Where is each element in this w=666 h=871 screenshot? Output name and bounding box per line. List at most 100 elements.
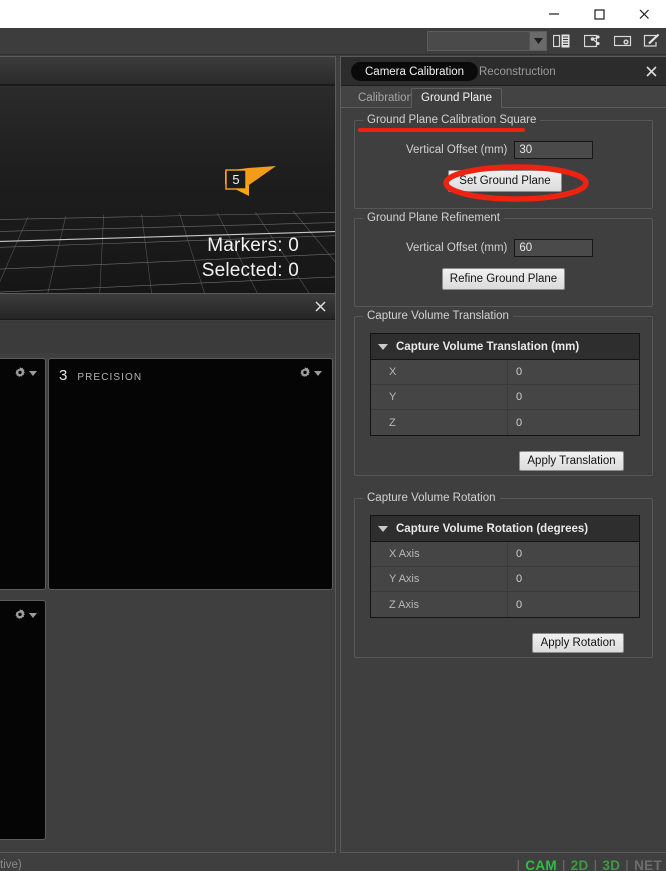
camera-tile-settings-button[interactable]: [298, 366, 322, 380]
vertical-offset-input[interactable]: [514, 239, 594, 257]
window-close-button[interactable]: [621, 0, 666, 28]
statusbar-separator: |: [561, 858, 566, 871]
rotation-table-header[interactable]: Capture Volume Rotation (degrees): [371, 516, 639, 542]
camera-views-header: [0, 294, 335, 320]
cameras-pane-icon: [584, 34, 600, 48]
capture-pane-icon-button[interactable]: [612, 31, 634, 51]
camera-view-tile[interactable]: [0, 600, 46, 840]
dock-subtabbar: Calibration Ground Plane: [341, 86, 666, 108]
camera-tile-number: 3: [59, 367, 68, 384]
chevron-down-icon: [29, 612, 37, 618]
capture-pane-icon: [614, 35, 632, 47]
toolbar-combo[interactable]: [427, 31, 547, 51]
camera-view-tile[interactable]: [0, 358, 46, 590]
edit-pane-icon-button[interactable]: [641, 31, 663, 51]
translation-table-header[interactable]: Capture Volume Translation (mm): [371, 334, 639, 360]
status-indicator-net[interactable]: NET: [634, 858, 662, 871]
camera-view-tile[interactable]: 3 PRECISION: [48, 358, 333, 590]
vertical-offset-input[interactable]: [514, 141, 594, 159]
row-value[interactable]: 0: [508, 567, 639, 591]
maximize-button[interactable]: [576, 0, 621, 28]
table-row[interactable]: Y 0: [371, 385, 639, 410]
row-value[interactable]: 0: [508, 410, 639, 435]
chevron-down-icon: [314, 370, 322, 376]
group-title: Capture Volume Translation: [363, 310, 513, 322]
status-indicator-cam[interactable]: CAM: [525, 858, 557, 871]
camera-tile-label: 3 PRECISION: [59, 367, 142, 384]
dock-close-button[interactable]: [642, 62, 660, 80]
set-ground-plane-button[interactable]: Set Ground Plane: [448, 170, 562, 192]
chevron-down-icon: [29, 370, 37, 376]
translation-property-table: Capture Volume Translation (mm) X 0 Y 0 …: [370, 333, 640, 436]
vertical-offset-row: Vertical Offset (mm): [406, 239, 594, 257]
vertical-offset-label: Vertical Offset (mm): [406, 144, 508, 156]
camera-tile-settings-button[interactable]: [13, 366, 37, 380]
minimize-button[interactable]: [531, 0, 576, 28]
statusbar: tive) | CAM | 2D | 3D | NET: [0, 853, 666, 871]
gear-icon: [15, 609, 25, 619]
status-indicator-3d[interactable]: 3D: [602, 858, 620, 871]
group-title: Capture Volume Rotation: [363, 492, 500, 504]
camera-frustum-icon[interactable]: 5: [221, 165, 279, 199]
button-label: Set Ground Plane: [459, 175, 551, 187]
collapse-caret-icon[interactable]: [378, 525, 388, 532]
table-row[interactable]: X Axis 0: [371, 542, 639, 567]
group-capture-volume-translation: Capture Volume Translation Capture Volum…: [354, 310, 653, 476]
statusbar-separator: |: [593, 858, 598, 871]
tab-label: Reconstruction: [479, 65, 556, 78]
group-title: Ground Plane Calibration Square: [363, 114, 541, 126]
table-row[interactable]: X 0: [371, 360, 639, 385]
row-value[interactable]: 0: [508, 360, 639, 384]
table-row[interactable]: Y Axis 0: [371, 567, 639, 592]
status-indicator-2d[interactable]: 2D: [571, 858, 589, 871]
vertical-offset-row: Vertical Offset (mm): [406, 141, 594, 159]
row-key: Y: [371, 385, 508, 409]
refine-ground-plane-button[interactable]: Refine Ground Plane: [442, 268, 565, 290]
group-ground-plane-refinement: Ground Plane Refinement Vertical Offset …: [354, 212, 653, 307]
statusbar-indicators: | CAM | 2D | 3D | NET: [511, 858, 662, 871]
camera-views-panel: 3 PRECISION: [0, 293, 336, 853]
apply-rotation-button[interactable]: Apply Rotation: [532, 633, 624, 653]
dock-tabbar: Camera Calibration Reconstruction: [341, 57, 666, 86]
table-row[interactable]: Z Axis 0: [371, 592, 639, 617]
translation-table-title: Capture Volume Translation (mm): [396, 340, 580, 353]
viewport-stats-overlay: Markers: 0 Selected: 0: [202, 233, 299, 283]
window-titlebar: [0, 0, 666, 28]
row-value[interactable]: 0: [508, 542, 639, 566]
tab-reconstruction[interactable]: Reconstruction: [479, 62, 556, 81]
camera-panel-close-button[interactable]: [311, 297, 329, 315]
statusbar-separator: |: [516, 858, 521, 871]
camera-tile-settings-button[interactable]: [13, 608, 37, 622]
rotation-table-title: Capture Volume Rotation (degrees): [396, 522, 589, 535]
button-label: Apply Translation: [527, 455, 616, 467]
tab-camera-calibration[interactable]: Camera Calibration: [351, 62, 479, 81]
statusbar-message: tive): [0, 859, 22, 871]
group-ground-plane-calibration-square: Ground Plane Calibration Square Vertical…: [354, 114, 653, 209]
markers-count: Markers: 0: [207, 235, 299, 256]
row-value[interactable]: 0: [508, 385, 639, 409]
row-key: Y Axis: [371, 567, 508, 591]
close-icon: [314, 300, 326, 312]
statusbar-separator: |: [625, 858, 630, 871]
camera-tile-name: PRECISION: [77, 372, 143, 383]
calibration-pane-icon-button[interactable]: [551, 31, 573, 51]
3d-viewport-panel[interactable]: 5 Markers: 0 Selected: 0: [0, 56, 336, 294]
row-value[interactable]: 0: [508, 592, 639, 617]
table-row[interactable]: Z 0: [371, 410, 639, 435]
viewport-canvas[interactable]: 5 Markers: 0 Selected: 0: [0, 86, 335, 293]
row-key: X Axis: [371, 542, 508, 566]
row-key: X: [371, 360, 508, 384]
button-label: Apply Rotation: [540, 637, 616, 649]
tab-label: Camera Calibration: [365, 65, 465, 78]
cameras-pane-icon-button[interactable]: [582, 31, 604, 51]
subtab-ground-plane[interactable]: Ground Plane: [411, 88, 502, 108]
combo-dropdown-button[interactable]: [529, 32, 546, 50]
svg-text:5: 5: [232, 172, 239, 187]
subtab-label: Ground Plane: [421, 92, 492, 104]
collapse-caret-icon[interactable]: [378, 343, 388, 350]
application-window: 5 Markers: 0 Selected: 0 3 PRECISION Cam…: [0, 0, 666, 871]
maximize-icon: [593, 9, 605, 20]
vertical-offset-label: Vertical Offset (mm): [406, 242, 508, 254]
apply-translation-button[interactable]: Apply Translation: [519, 451, 624, 471]
camera-views-toolbar-strip: [0, 321, 335, 353]
